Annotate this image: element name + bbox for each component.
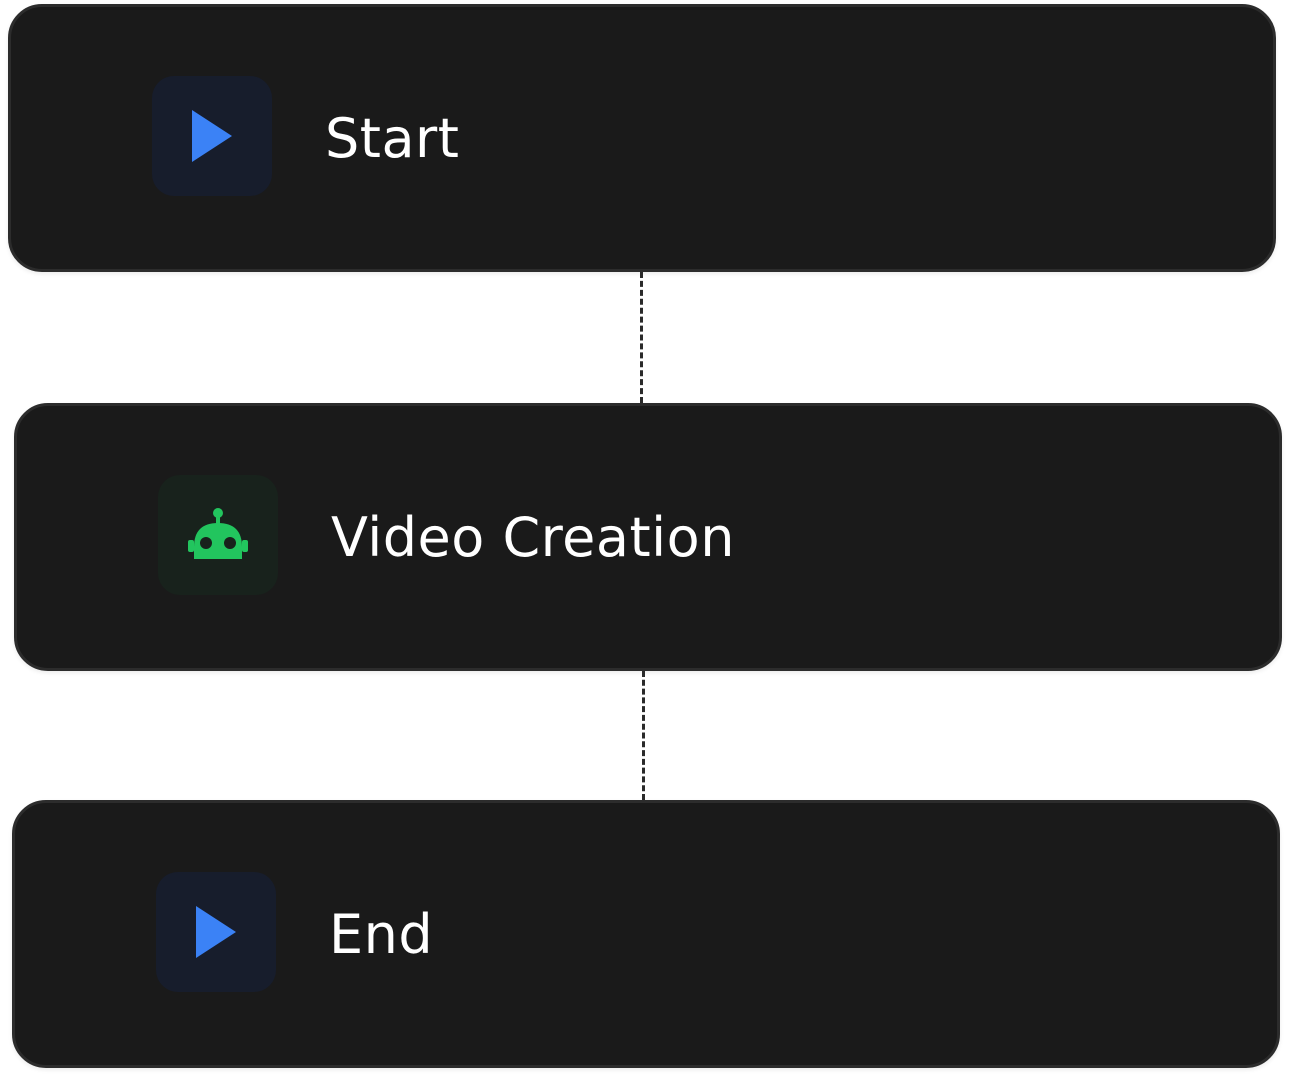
edge-video-creation-to-end [642,671,645,800]
robot-icon [188,508,248,559]
workflow-diagram: Start Video Creation End [0,0,1290,1080]
play-icon [196,906,236,958]
play-icon-tile [152,76,272,196]
play-icon-tile [156,872,276,992]
play-icon [192,110,232,162]
node-label-video-creation: Video Creation [331,505,735,569]
robot-icon-tile [158,475,278,595]
edge-start-to-video-creation [640,272,643,403]
node-end[interactable]: End [12,800,1280,1068]
node-video-creation[interactable]: Video Creation [14,403,1282,671]
node-label-start: Start [325,106,460,170]
node-label-end: End [329,902,434,966]
node-start[interactable]: Start [8,4,1276,272]
